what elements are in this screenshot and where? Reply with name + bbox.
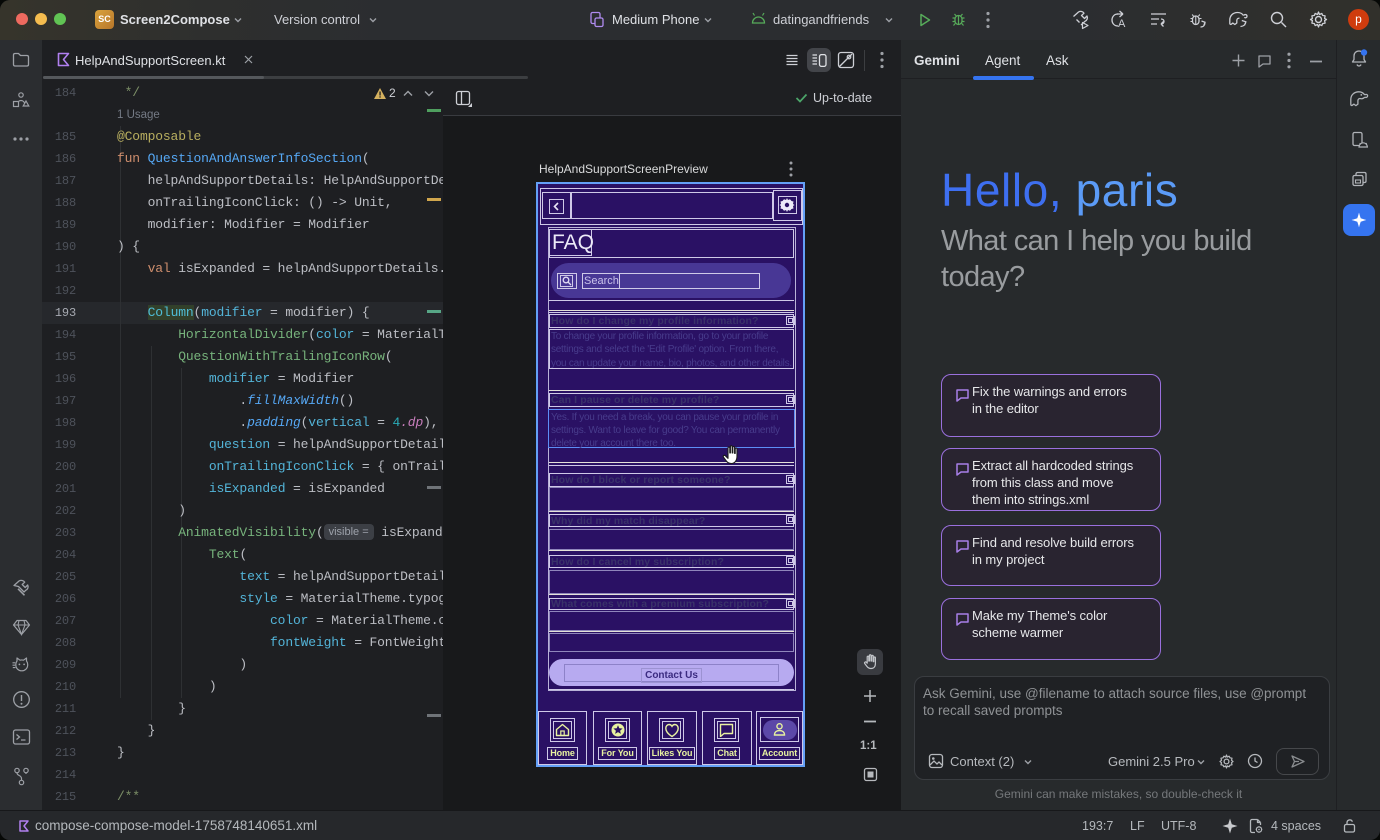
svg-text:A: A	[1118, 18, 1126, 30]
